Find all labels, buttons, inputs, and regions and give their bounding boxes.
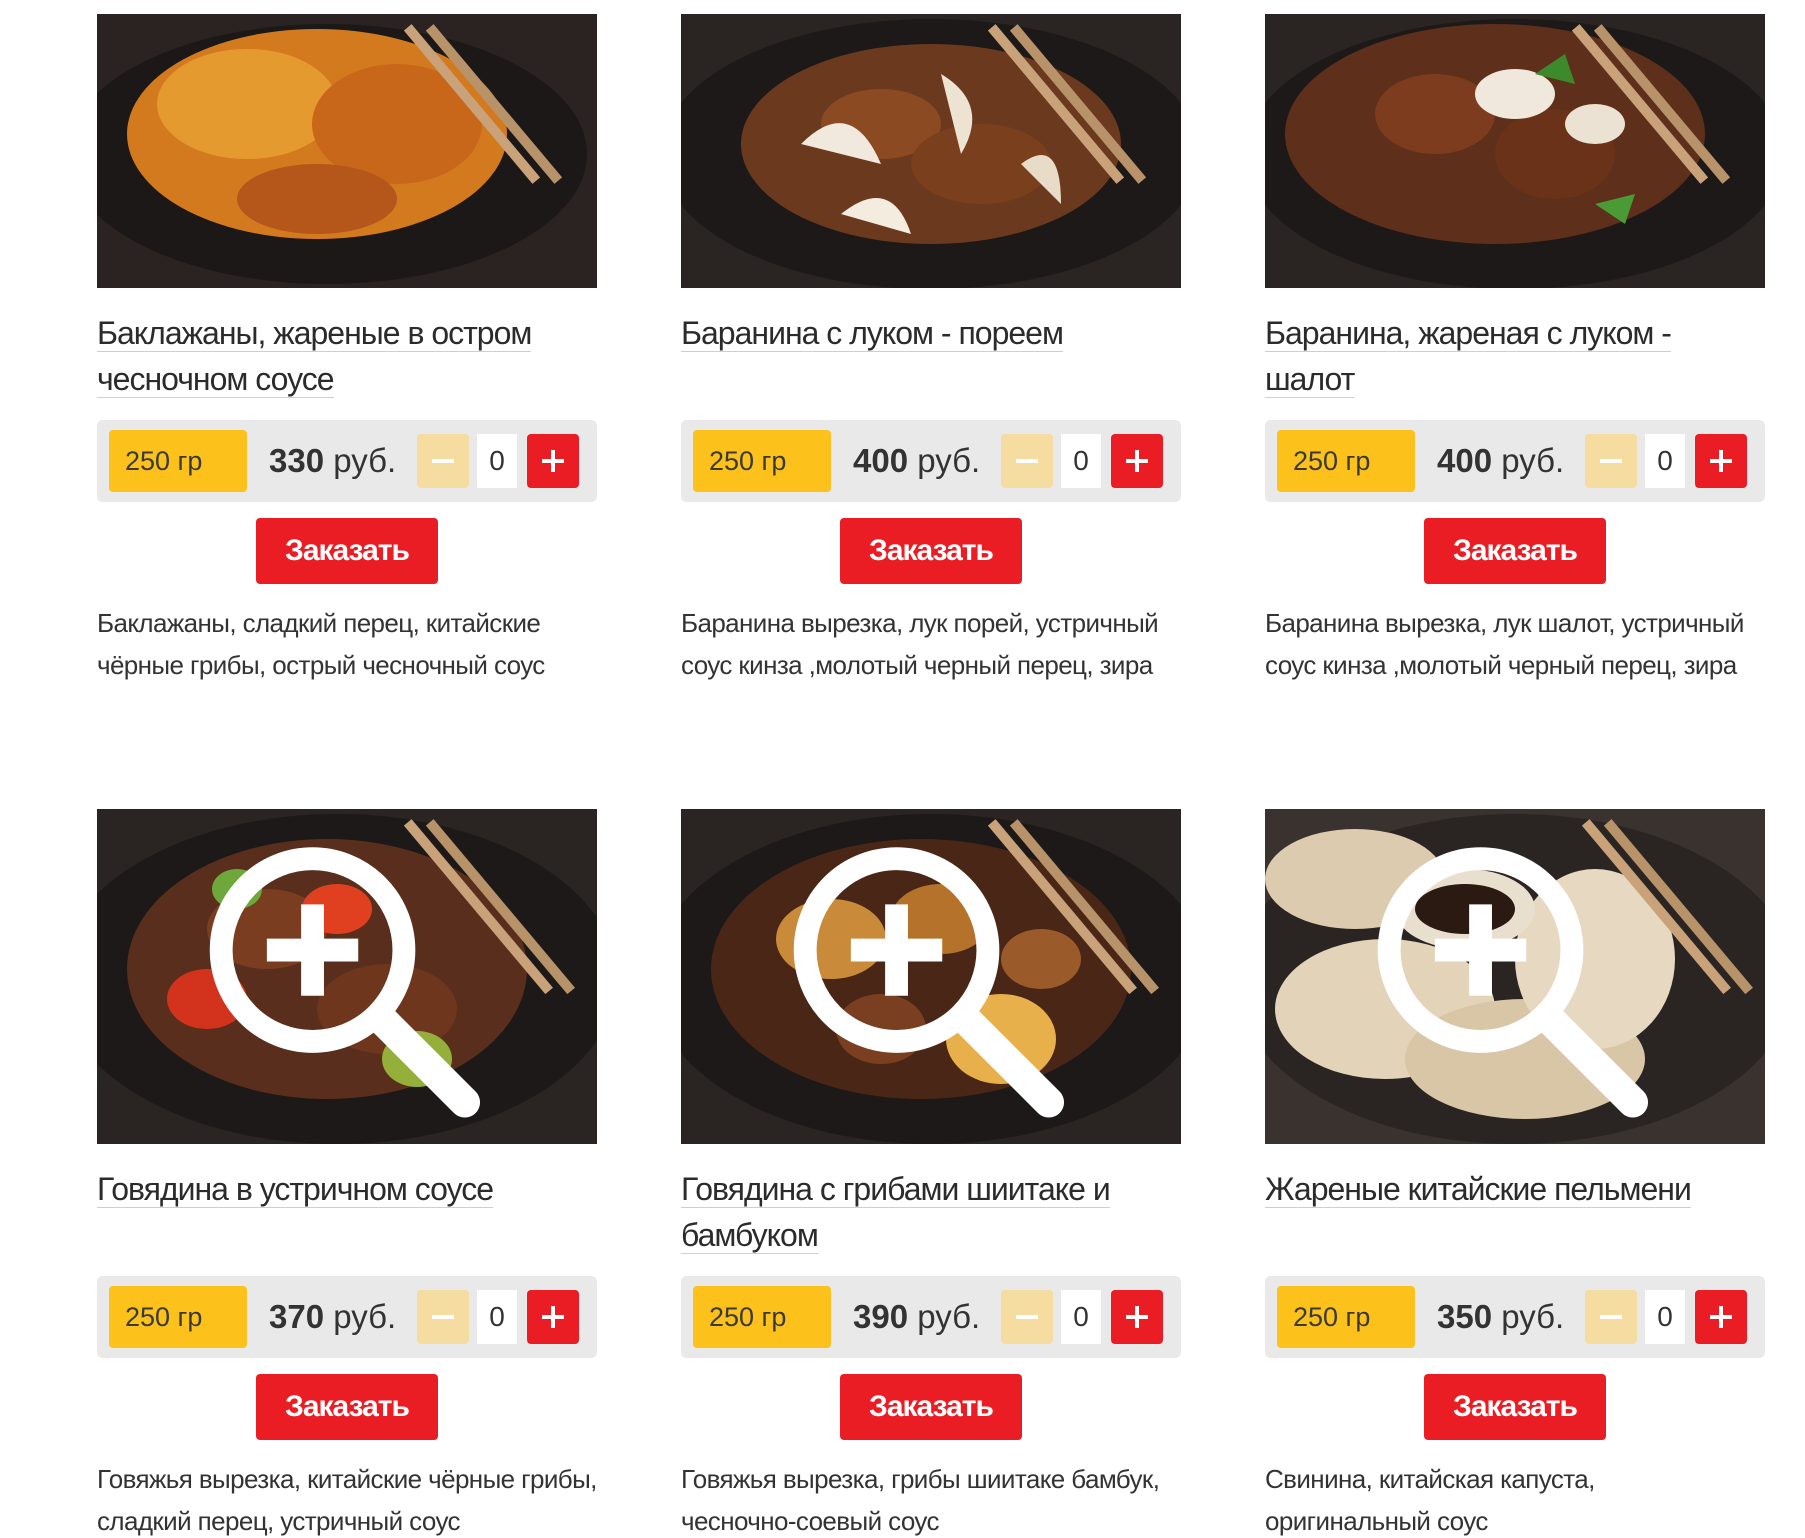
price: 330 руб. (269, 442, 397, 479)
quantity-field[interactable] (1645, 434, 1685, 488)
product-description: Баранина вырезка, лук порей, устричный с… (681, 608, 1159, 680)
dish-image (97, 14, 597, 288)
minus-icon[interactable] (417, 1290, 469, 1344)
price: 390 руб. (853, 1298, 981, 1335)
minus-icon[interactable] (1001, 434, 1053, 488)
minus-icon[interactable] (1585, 434, 1637, 488)
price: 400 руб. (1437, 442, 1565, 479)
product-description: Баклажаны, сладкий перец, китайские чёрн… (97, 608, 545, 680)
price: 400 руб. (853, 442, 981, 479)
product-title[interactable]: Баранина с луком - пореем (681, 310, 1181, 402)
order-button[interactable]: Заказать (840, 1374, 1022, 1440)
weight-badge: 250 гр (109, 430, 247, 492)
product-photo[interactable] (97, 809, 597, 1144)
plus-icon[interactable] (1111, 1290, 1163, 1344)
plus-icon[interactable] (1695, 1290, 1747, 1344)
product-description: Свинина, китайская капуста, оригинальный… (1265, 1464, 1595, 1536)
product-photo[interactable] (681, 809, 1181, 1144)
product-card: Баклажаны, жареные в остром чесночном со… (97, 14, 597, 686)
order-button[interactable]: Заказать (256, 1374, 438, 1440)
menu-page: Баклажаны, жареные в остром чесночном со… (0, 0, 1805, 1538)
product-title[interactable]: Говядина с грибами шиитаке и бамбуком (681, 1166, 1181, 1258)
product-card: Говядина с грибами шиитаке и бамбуком 25… (681, 809, 1181, 1538)
product-title[interactable]: Баранина, жареная с луком - шалот (1265, 310, 1765, 402)
zoom-in-icon[interactable] (1265, 813, 1761, 1144)
product-title[interactable]: Баклажаны, жареные в остром чесночном со… (97, 310, 597, 402)
order-button[interactable]: Заказать (1424, 518, 1606, 584)
product-photo[interactable] (1265, 14, 1765, 288)
dish-image (681, 14, 1181, 288)
quantity-field[interactable] (1061, 1290, 1101, 1344)
order-button[interactable]: Заказать (256, 518, 438, 584)
weight-badge: 250 гр (109, 1286, 247, 1348)
product-card: Жареные китайские пельмени 250 гр 350 ру… (1265, 809, 1765, 1538)
weight-badge: 250 гр (1277, 1286, 1415, 1348)
product-title[interactable]: Жареные китайские пельмени (1265, 1166, 1765, 1258)
product-description: Говяжья вырезка, грибы шиитаке бамбук, ч… (681, 1464, 1160, 1536)
minus-icon[interactable] (1585, 1290, 1637, 1344)
order-bar: 250 гр 370 руб. (97, 1276, 597, 1358)
weight-badge: 250 гр (693, 1286, 831, 1348)
product-photo[interactable] (681, 14, 1181, 288)
order-button[interactable]: Заказать (1424, 1374, 1606, 1440)
product-card: Баранина с луком - пореем 250 гр 400 руб… (681, 14, 1181, 686)
order-button[interactable]: Заказать (840, 518, 1022, 584)
order-bar: 250 гр 400 руб. (1265, 420, 1765, 502)
plus-icon[interactable] (527, 434, 579, 488)
price: 370 руб. (269, 1298, 397, 1335)
order-bar: 250 гр 330 руб. (97, 420, 597, 502)
product-photo[interactable] (97, 14, 597, 288)
plus-icon[interactable] (1111, 434, 1163, 488)
weight-badge: 250 гр (693, 430, 831, 492)
dish-image (1265, 14, 1765, 288)
product-description: Говяжья вырезка, китайские чёрные грибы,… (97, 1464, 597, 1536)
price: 350 руб. (1437, 1298, 1565, 1335)
order-bar: 250 гр 400 руб. (681, 420, 1181, 502)
quantity-field[interactable] (1645, 1290, 1685, 1344)
plus-icon[interactable] (527, 1290, 579, 1344)
quantity-field[interactable] (477, 1290, 517, 1344)
weight-badge: 250 гр (1277, 430, 1415, 492)
quantity-field[interactable] (477, 434, 517, 488)
order-bar: 250 гр 390 руб. (681, 1276, 1181, 1358)
minus-icon[interactable] (1001, 1290, 1053, 1344)
zoom-in-icon[interactable] (97, 813, 593, 1144)
plus-icon[interactable] (1695, 434, 1747, 488)
product-photo[interactable] (1265, 809, 1765, 1144)
zoom-in-icon[interactable] (681, 813, 1177, 1144)
product-title[interactable]: Говядина в устричном соусе (97, 1166, 597, 1258)
minus-icon[interactable] (417, 434, 469, 488)
order-bar: 250 гр 350 руб. (1265, 1276, 1765, 1358)
product-card: Говядина в устричном соусе 250 гр 370 ру… (97, 809, 597, 1538)
product-card: Баранина, жареная с луком - шалот 250 гр… (1265, 14, 1765, 686)
quantity-field[interactable] (1061, 434, 1101, 488)
product-description: Баранина вырезка, лук шалот, устричный с… (1265, 608, 1744, 680)
